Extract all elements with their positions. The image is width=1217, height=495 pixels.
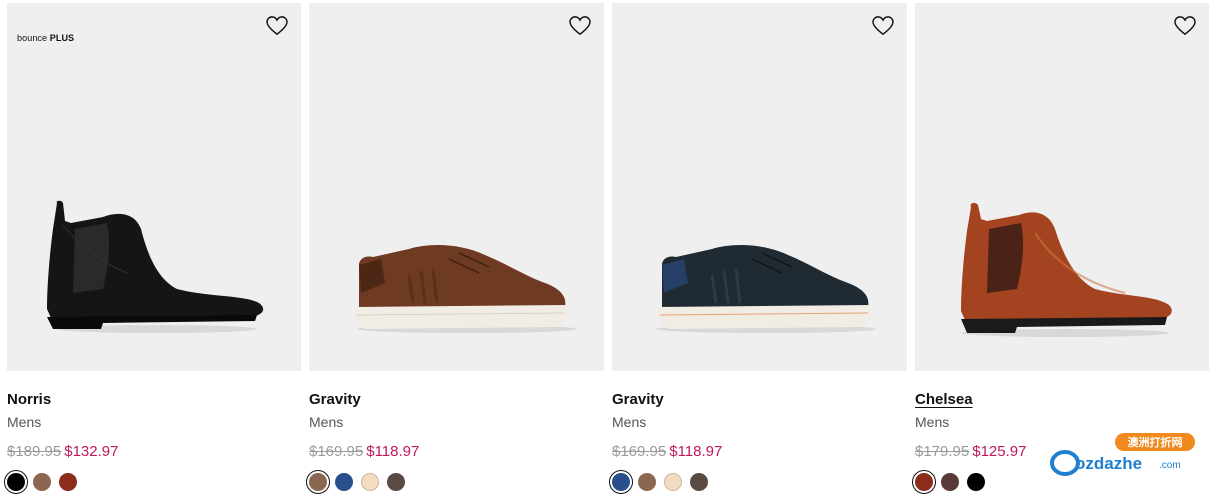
product-image-tile[interactable] (612, 3, 907, 371)
original-price: $179.95 (915, 443, 970, 460)
product-category: Mens (309, 414, 344, 430)
original-price: $189.95 (7, 443, 62, 460)
color-swatch[interactable] (4, 470, 28, 494)
product-info: Gravity Mens $169.95 $118.97 (609, 371, 907, 494)
color-swatch[interactable] (967, 473, 985, 491)
sale-price: $118.97 (366, 443, 420, 460)
sale-price: $132.97 (64, 443, 119, 460)
product-category: Mens (915, 414, 950, 430)
product-image-tile[interactable] (309, 3, 604, 371)
sale-price: $125.97 (972, 443, 1027, 460)
product-card[interactable]: Gravity Mens $169.95 $118.97 (306, 3, 604, 494)
product-grid: bounce PLUS Norris Mens $189.95$132.97 (4, 3, 1209, 494)
tan-chelsea-boot-image (961, 202, 1172, 337)
product-category: Mens (7, 414, 42, 430)
watermark-text: ozdazhe (1075, 454, 1142, 473)
color-swatch[interactable] (941, 473, 959, 491)
color-swatch[interactable] (306, 470, 330, 494)
brown-sneaker-image (354, 245, 577, 333)
color-swatch[interactable] (690, 473, 708, 491)
color-swatch[interactable] (638, 473, 656, 491)
sale-price: $118.97 (669, 443, 723, 460)
color-swatch[interactable] (59, 473, 77, 491)
color-swatch[interactable] (609, 470, 633, 494)
color-swatch[interactable] (664, 473, 682, 491)
product-name[interactable]: Gravity (309, 391, 604, 409)
product-price: $169.95 $118.97 (309, 443, 604, 460)
watermark-suffix: .com (1159, 460, 1181, 471)
color-swatches (306, 470, 604, 494)
ozdazhe-watermark-logo: 澳洲打折网 ozdazhe .com (1050, 433, 1195, 476)
product-image-tile[interactable] (915, 3, 1209, 371)
product-info: Gravity Mens $169.95 $118.97 (306, 371, 604, 494)
product-card[interactable]: Gravity Mens $169.95 $118.97 (609, 3, 907, 494)
product-price: $189.95 $132.97 (7, 443, 301, 460)
color-swatch[interactable] (361, 473, 379, 491)
product-name[interactable]: Norris (7, 391, 301, 409)
product-card[interactable]: Chelsea Mens $179.95 $125.97 (912, 3, 1209, 494)
color-swatch[interactable] (387, 473, 405, 491)
color-swatches (609, 470, 907, 494)
color-swatch[interactable] (33, 473, 51, 491)
product-name[interactable]: Gravity (612, 391, 907, 409)
product-price: $169.95 $118.97 (612, 443, 907, 460)
product-image-tile[interactable]: bounce PLUS (7, 3, 301, 371)
product-card[interactable]: bounce PLUS Norris Mens $189.95 $132.97 (4, 3, 301, 494)
product-category: Mens (612, 414, 647, 430)
color-swatch[interactable] (912, 470, 936, 494)
chelsea-boot-image (47, 200, 264, 333)
navy-sneaker-image (656, 245, 876, 333)
original-price: $169.95 (309, 443, 364, 460)
product-info: Norris Mens $189.95 $132.97 (4, 371, 301, 494)
watermark-tag: 澳洲打折网 (1128, 435, 1183, 449)
color-swatches (4, 470, 301, 494)
original-price: $169.95 (612, 443, 667, 460)
color-swatch[interactable] (335, 473, 353, 491)
product-name[interactable]: Chelsea (915, 391, 1209, 409)
